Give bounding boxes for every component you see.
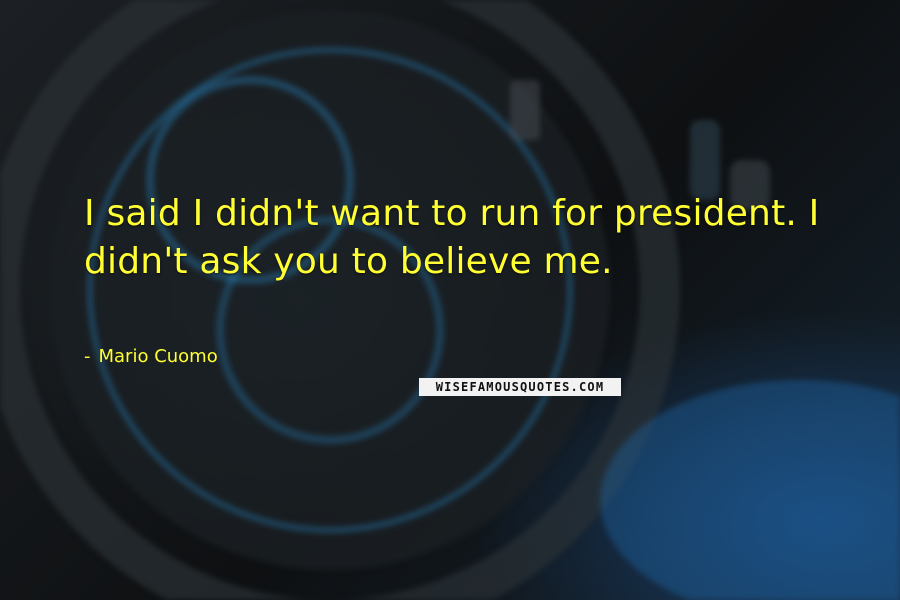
quote-card: I said I didn't want to run for presiden…	[0, 0, 900, 600]
quote-text: I said I didn't want to run for presiden…	[84, 193, 820, 282]
quote-author: - Mario Cuomo	[84, 346, 218, 368]
watch-background-image	[0, 0, 900, 600]
site-watermark: WISEFAMOUSQUOTES.COM	[419, 378, 621, 396]
author-name: Mario Cuomo	[98, 346, 218, 367]
author-dash: -	[84, 346, 91, 367]
